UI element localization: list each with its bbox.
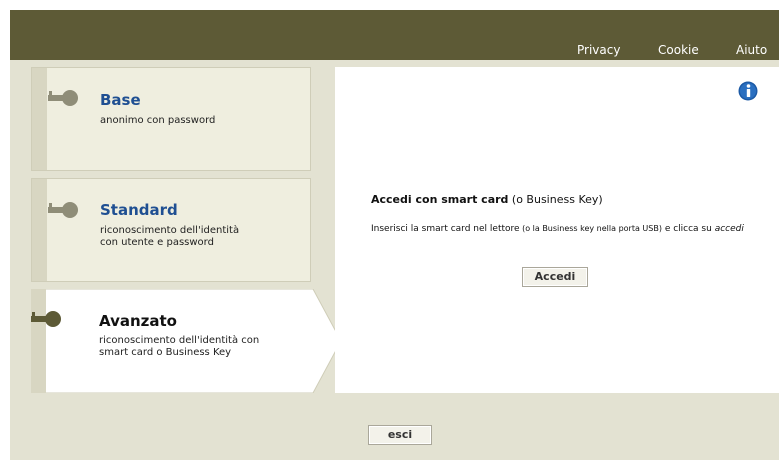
tab-standard-desc-2: con utente e password [100,237,214,248]
panel-title-rest: (o Business Key) [508,193,603,206]
tab-avanzato-desc-2: smart card o Business Key [99,347,232,358]
tab-base[interactable]: Base anonimo con password [31,67,311,171]
key-icon [48,202,78,218]
tab-standard-desc-1: riconoscimento dell'identità [100,225,240,236]
instructions-accedi: accedi [714,224,744,234]
tab-avanzato[interactable]: Avanzato riconoscimento dell'identità co… [31,289,343,393]
cookie-link[interactable]: Cookie [658,43,699,57]
accedi-button[interactable]: Accedi [522,267,588,287]
esci-button[interactable]: esci [368,425,432,445]
panel-title: Accedi con smart card (o Business Key) [371,193,603,206]
instructions-small: (o la Business key nella porta USB) [519,224,662,233]
tab-avanzato-title: Avanzato [99,312,177,330]
tab-standard[interactable]: Standard riconoscimento dell'identità co… [31,178,311,282]
tab-avanzato-desc-1: riconoscimento dell'identità con [99,335,260,346]
content-panel: Accedi con smart card (o Business Key) I… [335,67,779,393]
info-icon[interactable] [738,81,758,101]
panel-instructions: Inserisci la smart card nel lettore (o l… [371,223,751,235]
tab-base-title: Base [100,91,141,109]
key-icon [48,90,78,106]
panel-title-bold: Accedi con smart card [371,193,509,206]
instructions-part2: e clicca su [661,224,715,234]
aiuto-link[interactable]: Aiuto [736,43,767,57]
tab-base-desc: anonimo con password [100,115,216,126]
privacy-link[interactable]: Privacy [577,43,620,57]
tab-stripe [32,68,47,170]
header-links: Privacy Cookie Aiuto [10,42,779,60]
instructions-part1: Inserisci la smart card nel lettore [371,224,520,234]
tab-standard-title: Standard [100,201,178,219]
key-icon [31,311,61,327]
tab-stripe [32,179,47,281]
